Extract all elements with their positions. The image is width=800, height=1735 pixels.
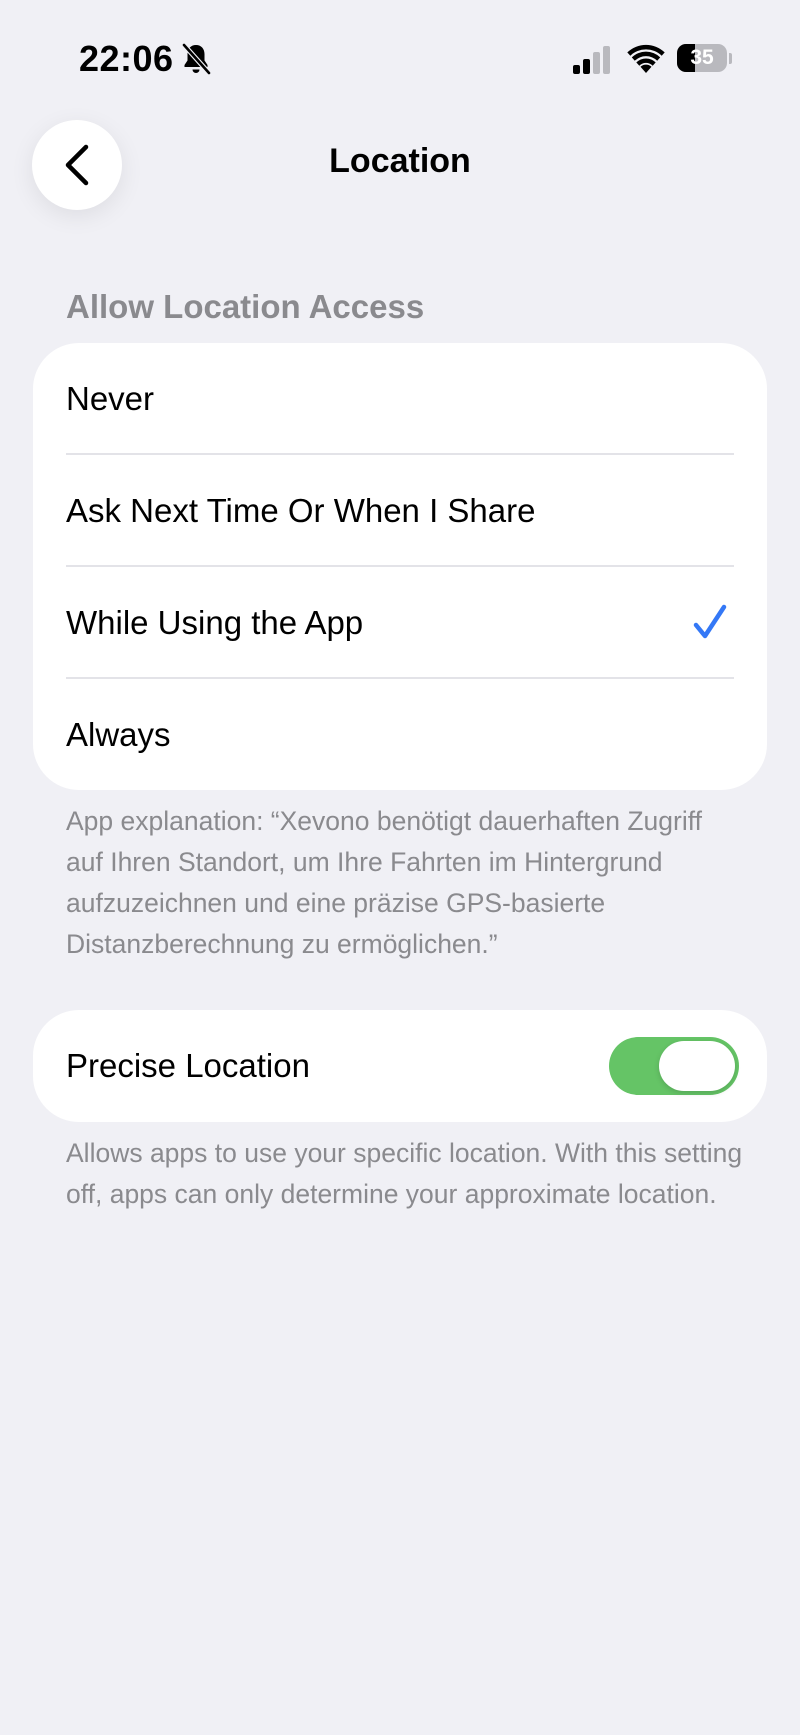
battery-level: 35 <box>690 46 714 69</box>
status-bar: 22:06 35 <box>0 0 800 120</box>
option-label: While Using the App <box>66 604 364 641</box>
toggle-knob <box>659 1041 735 1091</box>
precise-location-label: Precise Location <box>66 1047 310 1084</box>
location-access-options: Never Ask Next Time Or When I Share Whil… <box>33 343 767 790</box>
precise-location-toggle[interactable] <box>609 1037 739 1095</box>
precise-location-row: Precise Location <box>33 1010 767 1122</box>
option-while-using-app[interactable]: While Using the App <box>33 567 767 679</box>
option-ask-next-time[interactable]: Ask Next Time Or When I Share <box>33 455 767 567</box>
option-label: Ask Next Time Or When I Share <box>66 492 536 529</box>
wifi-icon <box>627 44 665 74</box>
checkmark-icon <box>693 604 727 639</box>
battery-icon: 35 <box>677 44 732 74</box>
section-header-location-access: Allow Location Access <box>66 288 425 325</box>
option-label: Never <box>66 380 155 417</box>
precise-location-note: Allows apps to use your specific locatio… <box>66 1138 743 1209</box>
cellular-signal-icon <box>573 46 613 74</box>
precise-location-card: Precise Location <box>33 1010 767 1122</box>
option-always[interactable]: Always <box>33 679 767 790</box>
option-label: Always <box>66 716 171 753</box>
page-title: Location <box>329 142 471 180</box>
status-time: 22:06 <box>79 38 174 79</box>
app-explanation: App explanation: “Xevono benötigt dauerh… <box>66 806 702 959</box>
bell-slash-icon <box>180 42 212 76</box>
option-never[interactable]: Never <box>33 343 767 455</box>
